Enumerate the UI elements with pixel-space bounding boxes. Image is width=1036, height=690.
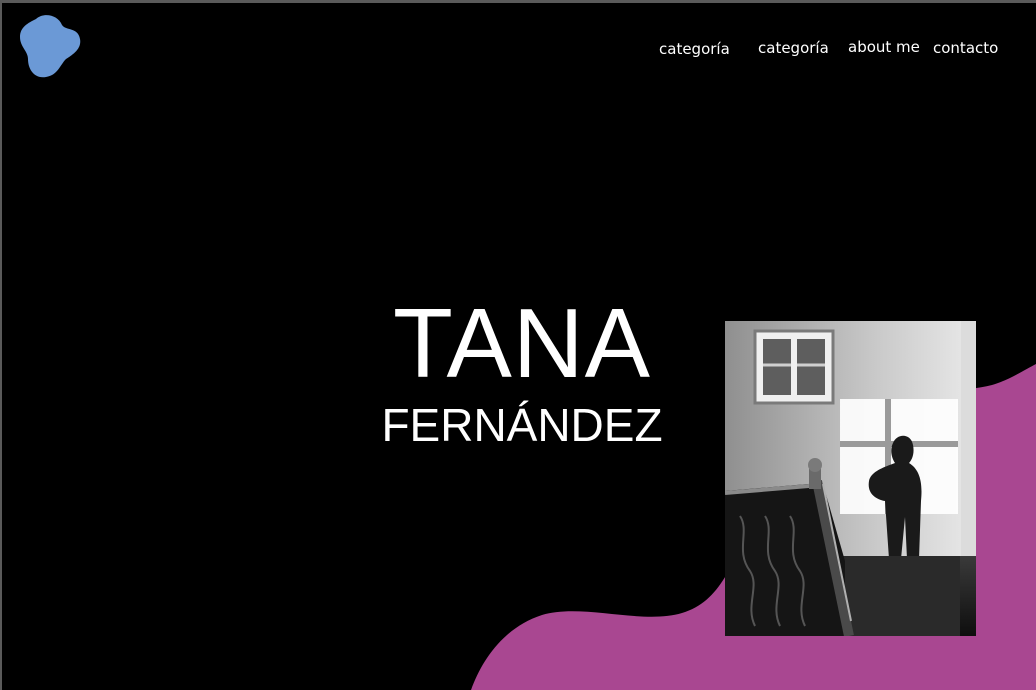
page-frame: categoría categoría about me contacto TA… — [0, 0, 1036, 690]
hero-last-name: FERNÁNDEZ — [381, 399, 663, 451]
hero-first-name: TANA — [392, 288, 652, 398]
hero-photo — [725, 321, 976, 636]
